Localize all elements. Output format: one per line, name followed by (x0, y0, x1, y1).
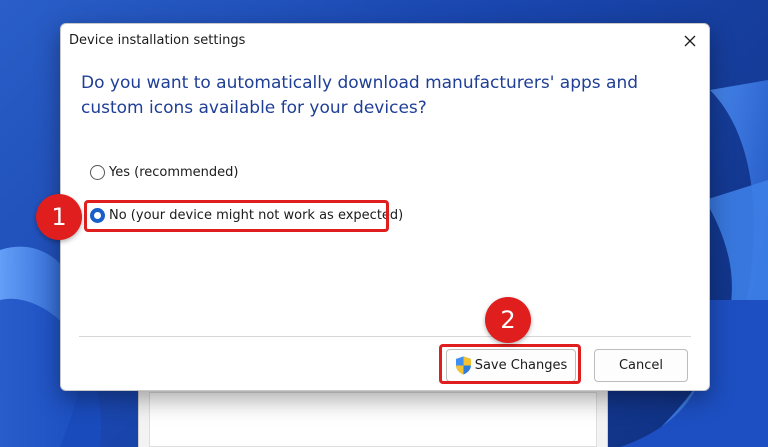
cancel-label: Cancel (618, 358, 664, 373)
highlight-no-option (84, 200, 389, 232)
dialog-question: Do you want to automatically download ma… (81, 73, 639, 118)
radio-yes[interactable] (90, 165, 105, 180)
background-window (138, 384, 608, 447)
close-icon (684, 35, 696, 47)
cancel-button[interactable]: Cancel (594, 349, 688, 382)
close-button[interactable] (677, 29, 703, 53)
title-bar: Device installation settings (61, 24, 709, 58)
option-yes-label: Yes (recommended) (109, 165, 239, 180)
step-2-badge: 2 (485, 297, 531, 343)
background-window-content (149, 392, 597, 447)
button-divider (79, 336, 691, 337)
dialog-title: Device installation settings (69, 33, 246, 48)
option-yes[interactable]: Yes (recommended) (90, 165, 239, 180)
highlight-save-button (439, 344, 581, 384)
step-1-badge: 1 (36, 194, 82, 240)
